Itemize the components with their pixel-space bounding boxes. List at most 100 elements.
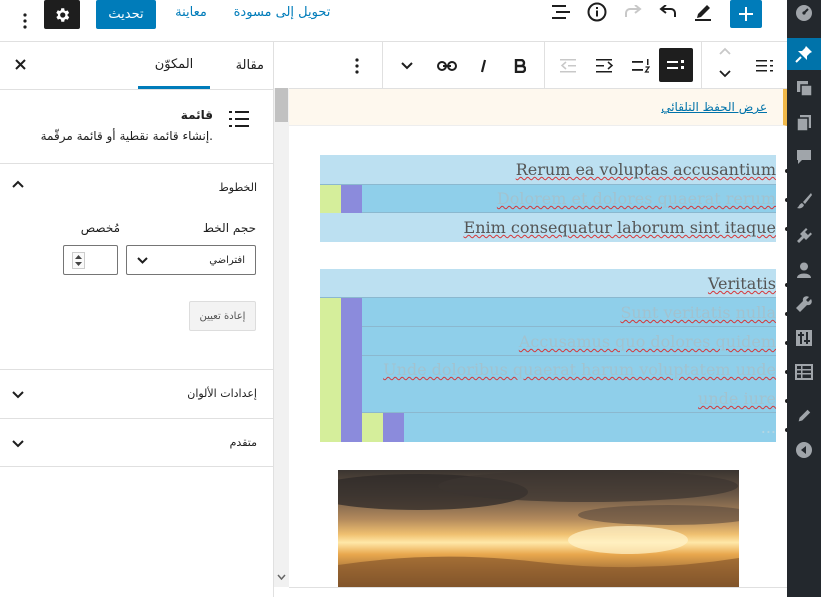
settings-button[interactable] bbox=[44, 0, 80, 29]
switch-to-draft-button[interactable]: تحويل إلى مسودة bbox=[230, 3, 334, 21]
paintbrush-icon bbox=[797, 193, 812, 209]
vertical-ellipsis-icon bbox=[355, 57, 359, 74]
ordered-list-button[interactable] bbox=[623, 42, 659, 89]
sunset-image[interactable] bbox=[338, 470, 739, 587]
chevron-up-icon bbox=[12, 180, 24, 188]
tab-post[interactable]: مقالة bbox=[220, 42, 264, 89]
move-down-button[interactable] bbox=[714, 70, 736, 86]
bullet-dot bbox=[785, 283, 787, 287]
block-switcher-button[interactable] bbox=[747, 42, 783, 89]
custom-font-size-input[interactable] bbox=[63, 245, 118, 275]
admin-plugins-item[interactable] bbox=[787, 220, 821, 252]
canvas-scrollbar[interactable] bbox=[274, 88, 289, 587]
collapse-arrow-icon bbox=[796, 442, 812, 458]
tools-button[interactable] bbox=[690, 0, 716, 24]
redo-button[interactable] bbox=[620, 1, 646, 23]
list-item[interactable]: Sunt veritatis nulla bbox=[362, 298, 776, 327]
ordered-list-icon bbox=[632, 58, 650, 73]
media-icon bbox=[797, 81, 813, 97]
indent-button[interactable] bbox=[587, 42, 623, 89]
update-button[interactable]: تحديث bbox=[96, 0, 156, 29]
color-settings-toggle[interactable] bbox=[12, 391, 24, 399]
view-autosave-link[interactable]: عرض الحفظ التلقائي bbox=[661, 100, 767, 114]
scrollbar-thumb[interactable] bbox=[275, 88, 288, 122]
unordered-list-icon bbox=[667, 60, 684, 69]
list-item[interactable]: ... bbox=[404, 413, 776, 442]
tab-block[interactable]: المكوّن bbox=[138, 42, 210, 89]
list-item[interactable]: unde iure bbox=[362, 384, 776, 413]
list-item[interactable]: Veritatis bbox=[320, 269, 776, 298]
indent-icon bbox=[596, 58, 614, 72]
toolbar-divider bbox=[701, 42, 702, 89]
close-sidebar-button[interactable] bbox=[12, 56, 28, 72]
advanced-label[interactable]: متقدم bbox=[150, 436, 257, 449]
details-button[interactable] bbox=[584, 1, 610, 23]
more-formats-button[interactable] bbox=[389, 42, 425, 89]
comment-icon bbox=[797, 150, 811, 164]
chevron-down-icon bbox=[12, 391, 24, 399]
reset-font-size-button[interactable]: إعادة تعيين bbox=[189, 301, 256, 331]
gear-icon bbox=[56, 7, 70, 22]
color-settings-label[interactable]: إعدادات الألوان bbox=[110, 387, 257, 400]
bold-button[interactable] bbox=[502, 42, 538, 89]
info-icon bbox=[587, 2, 607, 22]
close-icon bbox=[14, 58, 26, 70]
admin-settings-item[interactable] bbox=[787, 322, 821, 354]
admin-table-item[interactable] bbox=[787, 356, 821, 388]
list-item[interactable]: Rerum ea voluptas accusantium bbox=[320, 155, 776, 184]
pushpin-icon bbox=[795, 46, 812, 63]
plus-icon bbox=[739, 7, 753, 21]
admin-tools-item[interactable] bbox=[787, 288, 821, 320]
list-item[interactable]: Unde doloribus quaerat harum voluptatem … bbox=[362, 355, 776, 384]
advanced-panel[interactable]: متقدم bbox=[0, 418, 273, 467]
admin-pages-item[interactable] bbox=[787, 107, 821, 139]
list-item[interactable]: Dolorem et dolores quaerat rerum bbox=[362, 184, 776, 213]
more-menu-button[interactable] bbox=[12, 3, 38, 39]
list-block-1[interactable]: Rerum ea voluptas accusantium Dolorem et… bbox=[320, 155, 776, 242]
admin-menu bbox=[787, 0, 821, 597]
admin-collapse-item[interactable] bbox=[787, 434, 821, 466]
outdent-button[interactable] bbox=[551, 42, 587, 89]
toolbar-divider bbox=[544, 42, 545, 89]
list-item-text: Veritatis bbox=[707, 274, 776, 293]
admin-comments-item[interactable] bbox=[787, 141, 821, 173]
plugin-icon bbox=[797, 228, 812, 243]
typography-toggle[interactable] bbox=[12, 180, 24, 188]
list-item[interactable]: Enim consequatur laborum sint itaque bbox=[320, 213, 776, 242]
list-item-text: unde iure bbox=[698, 389, 776, 408]
sliders-icon bbox=[796, 330, 812, 346]
unordered-list-button[interactable] bbox=[659, 48, 693, 82]
undo-icon bbox=[659, 5, 676, 17]
link-icon bbox=[437, 60, 457, 71]
advanced-toggle[interactable] bbox=[12, 440, 24, 448]
outdent-icon bbox=[560, 58, 576, 72]
admin-edit-item[interactable] bbox=[787, 400, 821, 432]
list-block-2[interactable]: Veritatis Sunt veritatis nulla Accusamus… bbox=[320, 269, 776, 442]
more-options-button[interactable] bbox=[339, 42, 375, 89]
spinner-arrows-icon bbox=[75, 255, 82, 266]
font-size-select[interactable]: افتراضي bbox=[126, 245, 256, 275]
number-spinner[interactable] bbox=[72, 252, 85, 269]
list-item[interactable]: Accusamus quo dolores quidem bbox=[362, 327, 776, 356]
typography-heading[interactable]: الخطوط bbox=[130, 181, 257, 194]
admin-media-item[interactable] bbox=[787, 72, 821, 104]
italic-button[interactable] bbox=[466, 42, 502, 89]
link-button[interactable] bbox=[429, 42, 465, 89]
undo-button[interactable] bbox=[655, 1, 681, 23]
preview-button[interactable]: معاينة bbox=[172, 3, 210, 21]
chevron-down-icon bbox=[401, 61, 413, 69]
admin-appearance-item[interactable] bbox=[787, 185, 821, 217]
color-settings-panel[interactable]: إعدادات الألوان bbox=[0, 369, 273, 418]
admin-posts-item[interactable] bbox=[787, 38, 821, 70]
move-up-button[interactable] bbox=[714, 47, 736, 63]
chevron-up-icon bbox=[719, 47, 731, 55]
font-size-value: افتراضي bbox=[209, 254, 245, 266]
pencil-icon bbox=[798, 409, 811, 422]
add-block-button[interactable] bbox=[730, 0, 762, 28]
scroll-down-arrow[interactable] bbox=[277, 574, 286, 580]
admin-users-item[interactable] bbox=[787, 254, 821, 286]
list-view-button[interactable] bbox=[546, 2, 576, 22]
pencil-icon bbox=[695, 5, 711, 21]
admin-dashboard-item[interactable] bbox=[787, 0, 821, 26]
editor-canvas: Rerum ea voluptas accusantium Dolorem et… bbox=[289, 127, 787, 587]
